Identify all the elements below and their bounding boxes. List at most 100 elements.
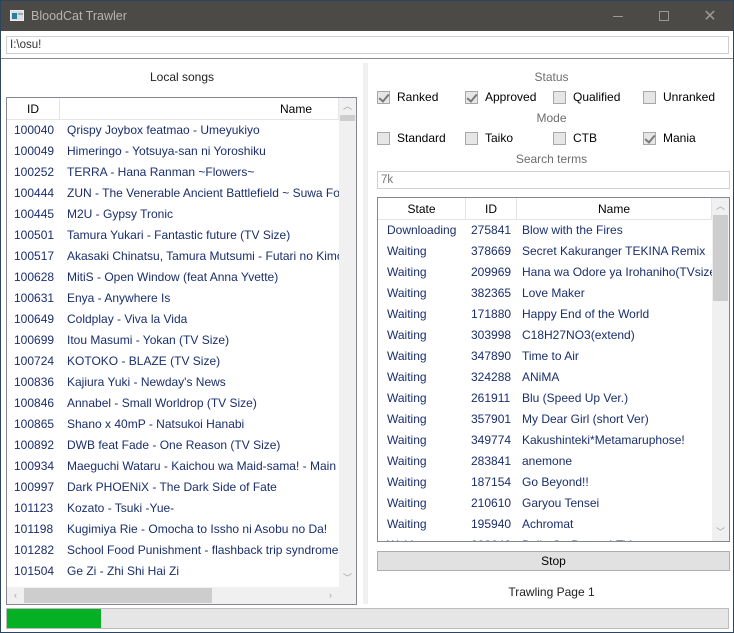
table-row[interactable]: Waiting 209969 Hana wa Odore ya Irohaniho(… — [378, 262, 712, 283]
table-row[interactable]: Waiting 357901 My Dear Girl (short Ver) — [378, 409, 712, 430]
mode-checkbox-mania[interactable]: Mania — [643, 130, 696, 146]
cell-state: Waiting — [387, 496, 427, 510]
table-row[interactable]: 100628 MitiS - Open Window (feat Anna Yve… — [7, 267, 339, 288]
table-row[interactable]: 100252 TERRA - Hana Ranman ~Flowers~ — [7, 162, 339, 183]
vertical-scrollbar[interactable]: ︿ ﹀ — [712, 198, 729, 541]
table-row[interactable]: 100444 ZUN - The Venerable Ancient Battle… — [7, 183, 339, 204]
table-row[interactable]: Waiting 195940 Achromat — [378, 514, 712, 535]
checkbox-icon[interactable] — [643, 90, 656, 104]
checkbox-icon[interactable] — [553, 90, 566, 104]
table-row[interactable]: 101504 Ge Zi - Zhi Shi Hai Zi — [7, 561, 339, 582]
table-row[interactable]: 100892 DWB feat Fade - One Reason (TV Siz… — [7, 435, 339, 456]
scroll-up-icon[interactable]: ︿ — [339, 98, 356, 115]
minimize-button[interactable] — [595, 1, 641, 31]
status-checkbox-ranked[interactable]: Ranked — [377, 89, 438, 105]
checkbox-icon[interactable] — [377, 131, 390, 145]
mode-checkbox-taiko[interactable]: Taiko — [465, 130, 513, 146]
table-row[interactable]: Waiting 187154 Go Beyond!! — [378, 472, 712, 493]
status-label: Status — [534, 70, 569, 84]
table-row[interactable]: 100846 Annabel - Small Worldrop (TV Size) — [7, 393, 339, 414]
download-queue-grid[interactable]: State ID Name Downloading 275841 Blow with… — [377, 197, 730, 542]
table-row[interactable]: 100997 Dark PHOENiX - The Dark Side of Fa… — [7, 477, 339, 498]
cell-id: 100846 — [14, 396, 55, 410]
scroll-left-icon[interactable]: ‹ — [7, 587, 24, 604]
column-header-id[interactable]: ID — [466, 198, 517, 220]
table-row[interactable]: 101198 Kugimiya Rie - Omocha to Issho ni … — [7, 519, 339, 540]
table-row[interactable]: 100445 M2U - Gypsy Tronic — [7, 204, 339, 225]
checkmark-icon[interactable] — [643, 131, 656, 145]
table-row[interactable]: Waiting 349774 Kakushinteki*Metamaruphose! — [378, 430, 712, 451]
status-checkbox-qualified[interactable]: Qualified — [553, 89, 620, 105]
vertical-scrollbar[interactable]: ︿ ﹀ — [339, 98, 356, 587]
cell-name: Annabel - Small Worldrop (TV Size) — [67, 396, 257, 410]
scrollbar-thumb[interactable] — [713, 215, 728, 301]
scroll-right-icon[interactable]: › — [322, 587, 339, 604]
table-row[interactable]: Waiting 382365 Love Maker — [378, 283, 712, 304]
status-checkbox-approved[interactable]: Approved — [465, 89, 536, 105]
checkbox-icon[interactable] — [465, 131, 478, 145]
osu-path-input[interactable] — [6, 36, 729, 54]
local-songs-grid[interactable]: ID Name 100040 Qrispy Joybox featmao - Um… — [6, 97, 357, 605]
table-row[interactable]: 101123 Kozato - Tsuki -Yue- — [7, 498, 339, 519]
table-row[interactable]: Waiting 283841 anemone — [378, 451, 712, 472]
table-row[interactable]: 100865 Shano x 40mP - Natsukoi Hanabi — [7, 414, 339, 435]
table-row[interactable]: 100517 Akasaki Chinatsu, Tamura Mutsumi -… — [7, 246, 339, 267]
checkbox-label: Qualified — [573, 90, 621, 104]
table-row[interactable]: Waiting 347890 Time to Air — [378, 346, 712, 367]
close-button[interactable]: ✕ — [687, 1, 733, 31]
table-row[interactable]: 100649 Coldplay - Viva la Vida — [7, 309, 339, 330]
search-terms-input[interactable] — [377, 171, 730, 189]
cell-name: Hana wa Odore ya Irohaniho(TVsize) — [522, 265, 712, 279]
table-row[interactable]: Waiting 202648 Bulla Go Beyond-TV — [378, 535, 712, 541]
pane-splitter[interactable] — [363, 63, 368, 604]
table-row[interactable]: 100699 Itou Masumi - Yokan (TV Size) — [7, 330, 339, 351]
table-row[interactable]: Downloading 275841 Blow with the Fires — [378, 220, 712, 241]
cell-state: Waiting — [387, 412, 427, 426]
checkbox-icon[interactable] — [553, 131, 566, 145]
mode-checkbox-ctb[interactable]: CTB — [553, 130, 597, 146]
maximize-button[interactable] — [641, 1, 687, 31]
scroll-up-icon[interactable]: ︿ — [712, 198, 729, 215]
cell-id: 100501 — [14, 228, 55, 242]
cell-state: Waiting — [387, 433, 427, 447]
title-bar[interactable]: BloodCat Trawler ✕ — [1, 1, 733, 31]
table-row[interactable]: Waiting 210610 Garyou Tensei — [378, 493, 712, 514]
stop-button[interactable]: Stop — [377, 551, 730, 571]
column-header-id[interactable]: ID — [7, 98, 60, 120]
scroll-down-icon[interactable]: ﹀ — [712, 524, 729, 541]
table-row[interactable]: 100724 KOTOKO - BLAZE (TV Size) — [7, 351, 339, 372]
table-row[interactable]: Waiting 261911 Blu (Speed Up Ver.) — [378, 388, 712, 409]
table-row[interactable]: Waiting 303998 C18H27NO3(extend) — [378, 325, 712, 346]
table-row[interactable]: 100501 Tamura Yukari - Fantastic future (… — [7, 225, 339, 246]
mode-checkbox-standard[interactable]: Standard — [377, 130, 446, 146]
scrollbar-thumb[interactable] — [340, 115, 355, 121]
cell-id: 100724 — [14, 354, 55, 368]
table-row[interactable]: Waiting 324288 ANiMA — [378, 367, 712, 388]
table-row[interactable]: 100836 Kajiura Yuki - Newday's News — [7, 372, 339, 393]
cell-id: 100628 — [14, 270, 55, 284]
cell-id: 303998 — [471, 328, 512, 342]
cell-id: 100865 — [14, 417, 55, 431]
cell-name: Go Beyond!! — [522, 475, 589, 489]
column-header-state[interactable]: State — [378, 198, 466, 220]
table-row[interactable]: Waiting 378669 Secret Kakuranger TEKINA Re… — [378, 241, 712, 262]
table-row[interactable]: 101282 School Food Punishment - flashback… — [7, 540, 339, 561]
checkmark-icon[interactable] — [465, 90, 478, 104]
cell-name: Dark PHOENiX - The Dark Side of Fate — [67, 480, 277, 494]
cell-id: 100997 — [14, 480, 55, 494]
table-row[interactable]: 100049 Himeringo - Yotsuya-san ni Yoroshi… — [7, 141, 339, 162]
column-header-name[interactable]: Name — [60, 98, 339, 120]
checkbox-label: Approved — [485, 90, 537, 104]
table-row[interactable]: 100040 Qrispy Joybox featmao - Umeyukiyo — [7, 120, 339, 141]
cell-name: School Food Punishment - flashback trip … — [67, 543, 339, 557]
table-row[interactable]: Waiting 171880 Happy End of the World — [378, 304, 712, 325]
column-header-name[interactable]: Name — [517, 198, 712, 220]
table-row[interactable]: 100631 Enya - Anywhere Is — [7, 288, 339, 309]
table-row[interactable]: 100934 Maeguchi Wataru - Kaichou wa Maid-… — [7, 456, 339, 477]
status-checkbox-unranked[interactable]: Unranked — [643, 89, 715, 105]
checkmark-icon[interactable] — [377, 90, 390, 104]
scrollbar-thumb[interactable] — [24, 588, 212, 603]
scroll-down-icon[interactable]: ﹀ — [339, 570, 356, 587]
cell-name: Kakushinteki*Metamaruphose! — [522, 433, 685, 447]
horizontal-scrollbar[interactable]: ‹ › — [7, 587, 339, 604]
